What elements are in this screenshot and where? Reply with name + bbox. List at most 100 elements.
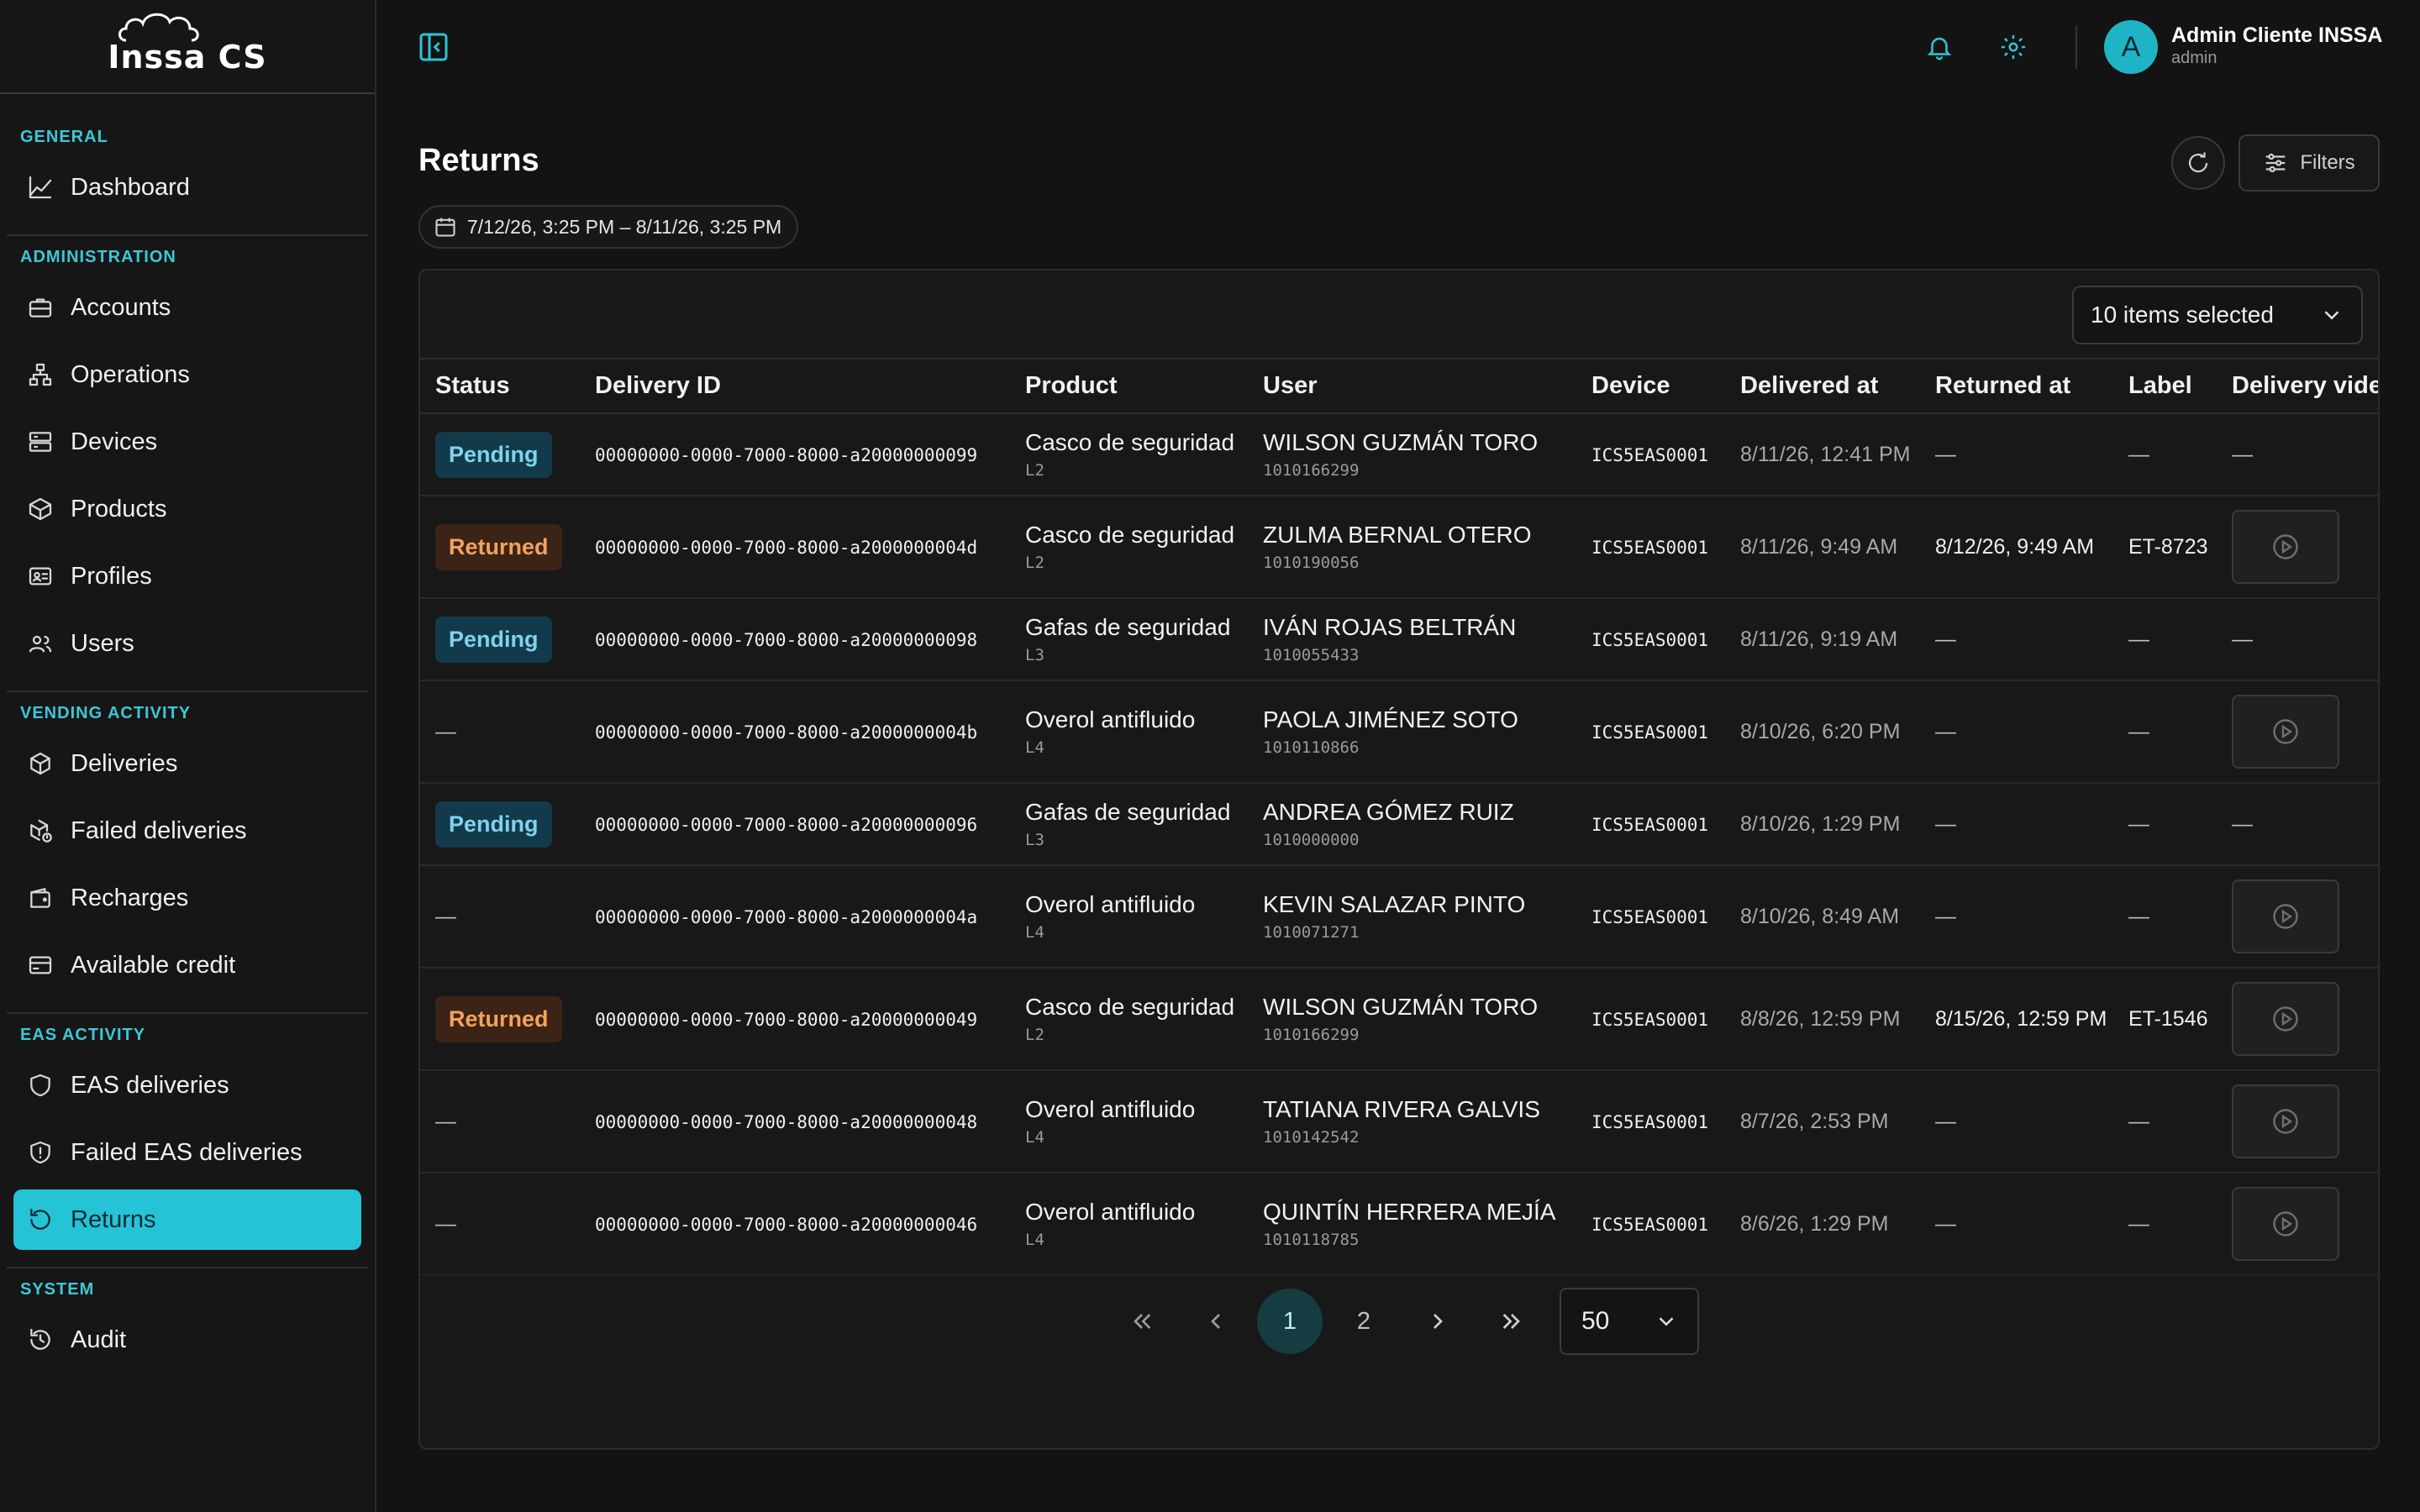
page-button-2[interactable]: 2 (1331, 1289, 1397, 1354)
users-icon (25, 628, 55, 659)
id-card-icon (25, 561, 55, 591)
device-code: ICS5EAS0001 (1591, 1214, 1709, 1235)
sidebar-item-label: Failed deliveries (71, 816, 247, 844)
gear-icon[interactable] (1996, 30, 2030, 64)
table-row[interactable]: — 00000000-0000-7000-8000-a20000000048 Ove… (420, 1070, 2378, 1173)
column-header-delivery-id[interactable]: Delivery ID (580, 360, 1010, 414)
table-cell: 00000000-0000-7000-8000-a20000000048 (580, 1070, 1010, 1173)
column-header-status[interactable]: Status (420, 360, 580, 414)
device-code: ICS5EAS0001 (1591, 1111, 1709, 1132)
sidebar-item-users[interactable]: Users (13, 613, 361, 674)
table-body: Pending 00000000-0000-7000-8000-a20000000… (420, 413, 2378, 1275)
table-cell: ICS5EAS0001 (1576, 783, 1725, 866)
column-header-device[interactable]: Device (1576, 360, 1725, 414)
sidebar-item-returns[interactable]: Returns (13, 1189, 361, 1250)
table-cell: 8/10/26, 1:29 PM (1725, 783, 1920, 866)
sidebar-item-audit[interactable]: Audit (13, 1310, 361, 1370)
play-video-button[interactable] (2232, 879, 2339, 953)
user-document-id: 1010118785 (1263, 1231, 1360, 1249)
sidebar-item-operations[interactable]: Operations (13, 344, 361, 405)
page-button-1[interactable]: 1 (1257, 1289, 1323, 1354)
sidebar-item-label: Returns (71, 1205, 156, 1233)
collapse-sidebar-icon[interactable] (417, 30, 450, 64)
date-range-picker[interactable]: 7/12/26, 3:25 PM – 8/11/26, 3:25 PM (418, 205, 799, 249)
table-row[interactable]: Returned 00000000-0000-7000-8000-a2000000… (420, 968, 2378, 1071)
sidebar-item-available-credit[interactable]: Available credit (13, 935, 361, 995)
return-label: ET-8723 (2128, 534, 2208, 559)
table-row[interactable]: Pending 00000000-0000-7000-8000-a20000000… (420, 598, 2378, 681)
filters-button[interactable]: Filters (2238, 134, 2380, 192)
table-cell: — (2217, 598, 2378, 681)
returns-table-card: 10 items selected Status Delivery ID Produ… (418, 269, 2380, 1450)
product-name: Casco de seguridad (1025, 994, 1235, 1020)
delivered-at: 8/10/26, 8:49 AM (1740, 904, 1900, 928)
next-page-button[interactable] (1405, 1289, 1470, 1354)
avatar[interactable]: A (2104, 20, 2158, 74)
delivered-at: 8/10/26, 1:29 PM (1740, 811, 1901, 836)
table-cell (2217, 865, 2378, 969)
delivery-id: 00000000-0000-7000-8000-a20000000099 (595, 444, 978, 465)
shield-icon (25, 1070, 55, 1100)
table-cell: — (420, 1173, 580, 1275)
table-row[interactable]: — 00000000-0000-7000-8000-a2000000004a Ove… (420, 865, 2378, 969)
table-cell: — (2113, 1070, 2217, 1173)
credit-card-icon (25, 950, 55, 980)
delivery-id: 00000000-0000-7000-8000-a20000000048 (595, 1111, 978, 1132)
sidebar-item-failed-eas-deliveries[interactable]: Failed EAS deliveries (13, 1122, 361, 1183)
briefcase-icon (25, 292, 55, 323)
column-header-product[interactable]: Product (1010, 360, 1248, 414)
table-cell: ANDREA GÓMEZ RUIZ 1010000000 (1248, 783, 1576, 866)
sidebar-item-accounts[interactable]: Accounts (13, 277, 361, 338)
page-size-select[interactable]: 50 (1560, 1288, 1699, 1355)
table-cell: Pending (420, 598, 580, 681)
play-video-button[interactable] (2232, 510, 2339, 584)
brand-logo[interactable]: Inssa CS (0, 0, 375, 94)
returned-at: — (1935, 442, 1956, 466)
sidebar-item-label: EAS deliveries (71, 1071, 229, 1099)
sidebar-item-failed-deliveries[interactable]: Failed deliveries (13, 801, 361, 861)
sidebar-item-recharges[interactable]: Recharges (13, 868, 361, 928)
table-row[interactable]: Returned 00000000-0000-7000-8000-a2000000… (420, 496, 2378, 599)
sidebar-item-devices[interactable]: Devices (13, 412, 361, 472)
table-cell (2217, 968, 2378, 1071)
bell-icon[interactable] (1923, 30, 1956, 64)
table-cell: ICS5EAS0001 (1576, 496, 1725, 599)
column-header-returned-at[interactable]: Returned at (1920, 360, 2113, 414)
play-video-button[interactable] (2232, 982, 2339, 1056)
delivered-at: 8/10/26, 6:20 PM (1740, 719, 1901, 743)
column-header-label[interactable]: Label (2113, 360, 2217, 414)
column-header-user[interactable]: User (1248, 360, 1576, 414)
table-cell: — (1920, 598, 2113, 681)
sidebar-item-products[interactable]: Products (13, 479, 361, 539)
user-full-name: WILSON GUZMÁN TORO (1263, 429, 1539, 455)
table-row[interactable]: — 00000000-0000-7000-8000-a2000000004b Ove… (420, 680, 2378, 784)
returns-table: Status Delivery ID Product User Device Delive… (420, 360, 2378, 1275)
table-row[interactable]: — 00000000-0000-7000-8000-a20000000046 Ove… (420, 1173, 2378, 1275)
user-document-id: 1010166299 (1263, 1026, 1360, 1044)
play-video-button[interactable] (2232, 695, 2339, 769)
sidebar-item-dashboard[interactable]: Dashboard (13, 157, 361, 218)
table-row[interactable]: Pending 00000000-0000-7000-8000-a20000000… (420, 413, 2378, 496)
first-page-button[interactable] (1109, 1289, 1175, 1354)
play-video-button[interactable] (2232, 1187, 2339, 1261)
sidebar-item-eas-deliveries[interactable]: EAS deliveries (13, 1055, 361, 1116)
prev-page-button[interactable] (1183, 1289, 1249, 1354)
table-cell: ICS5EAS0001 (1576, 968, 1725, 1071)
return-label: — (2128, 1211, 2149, 1236)
table-cell: Returned (420, 496, 580, 599)
table-scroll-area[interactable]: Status Delivery ID Product User Device Delive… (420, 358, 2378, 1275)
table-row[interactable]: Pending 00000000-0000-7000-8000-a20000000… (420, 783, 2378, 866)
nav-heading: GENERAL (20, 128, 108, 146)
columns-select[interactable]: 10 items selected (2072, 286, 2363, 344)
page-title: Returns (418, 143, 539, 178)
nav-group: ADMINISTRATION Accounts Operations Devices P… (0, 248, 375, 674)
last-page-button[interactable] (1479, 1289, 1544, 1354)
sidebar-item-deliveries[interactable]: Deliveries (13, 733, 361, 794)
sidebar-item-profiles[interactable]: Profiles (13, 546, 361, 606)
table-cell: 8/8/26, 12:59 PM (1725, 968, 1920, 1071)
column-header-delivered-at[interactable]: Delivered at (1725, 360, 1920, 414)
column-header-delivery-video[interactable]: Delivery video (2217, 360, 2378, 414)
product-level: L2 (1025, 461, 1044, 480)
play-video-button[interactable] (2232, 1084, 2339, 1158)
refresh-button[interactable] (2171, 136, 2225, 190)
